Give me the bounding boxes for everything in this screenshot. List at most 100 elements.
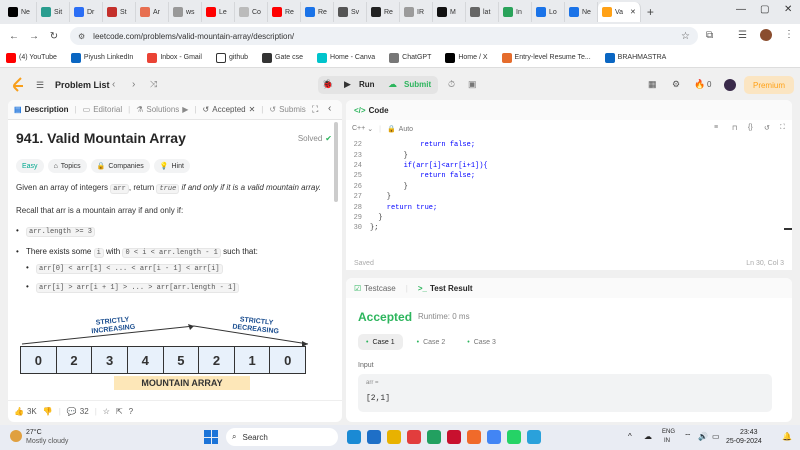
dislike-button[interactable]: 👎 (43, 407, 53, 416)
taskbar-search[interactable]: ⌕ Search (226, 428, 338, 446)
language-select[interactable]: C++ ⌄ (352, 125, 373, 133)
minimize-icon[interactable]: — (736, 4, 746, 15)
chevron-up-icon[interactable]: ^ (628, 432, 632, 441)
bookmark-item[interactable]: Inbox - Gmail (147, 52, 202, 63)
browser-tab[interactable]: Ar (136, 2, 169, 22)
edge-icon[interactable] (347, 430, 361, 444)
bookmark-item[interactable]: (4) YouTube (6, 52, 57, 63)
bookmark-item[interactable]: BRAHMASTRA (604, 52, 666, 63)
bookmark-item[interactable]: github (215, 52, 248, 63)
browser-tab[interactable]: Re (301, 2, 334, 22)
run-button[interactable]: Run (359, 80, 375, 89)
tab-accepted[interactable]: ↺ Accepted ✕ (197, 100, 262, 120)
shuffle-icon[interactable]: ⤨ (150, 79, 157, 90)
browser-tab[interactable]: In (499, 2, 532, 22)
fullscreen-icon[interactable]: ⛶ (780, 124, 785, 132)
tab-testcase[interactable]: ☑ Testcase (354, 284, 396, 293)
next-problem-icon[interactable]: › (132, 79, 135, 90)
premium-button[interactable]: Premium (744, 76, 794, 94)
case-tab[interactable]: • Case 3 (459, 334, 504, 350)
forward-icon[interactable]: → (24, 31, 44, 42)
favorite-star-icon[interactable]: ☆ (103, 407, 110, 416)
like-button[interactable]: 👍 3K (14, 407, 37, 416)
streak-icon[interactable]: 🔥 (694, 79, 705, 90)
difficulty-badge[interactable]: Easy (16, 159, 44, 173)
browser-tab[interactable]: IR (400, 2, 433, 22)
browser-tab[interactable]: Va ✕ (598, 2, 641, 22)
case-tab[interactable]: • Case 1 (358, 334, 403, 350)
file-explorer-icon[interactable] (387, 430, 401, 444)
language-code[interactable]: ENG (662, 429, 675, 435)
url-field[interactable]: ⚙ leetcode.com/problems/valid-mountain-a… (70, 27, 698, 45)
back-icon[interactable]: ← (4, 31, 24, 42)
close-tab-icon[interactable]: ✕ (249, 105, 256, 114)
submit-button[interactable]: Submit (404, 80, 431, 89)
browser-menu-icon[interactable]: ⋮ (784, 29, 794, 40)
maximize-icon[interactable]: ▢ (760, 4, 769, 15)
scrollbar[interactable] (334, 122, 338, 202)
browser-tab[interactable]: Co (235, 2, 268, 22)
tab-submissions[interactable]: ↺ Submis (263, 100, 311, 120)
comments-button[interactable]: 💬 32 (67, 407, 89, 416)
leetcode-logo-icon[interactable] (12, 77, 26, 93)
browser-tab[interactable]: Lo (532, 2, 565, 22)
close-tab-icon[interactable]: ✕ (630, 8, 636, 16)
close-window-icon[interactable]: ✕ (784, 4, 792, 15)
settings-icon[interactable]: ⚙ (672, 79, 680, 90)
whatsapp-icon[interactable] (507, 430, 521, 444)
collapse-panel-icon[interactable]: ‹ (328, 103, 331, 114)
wifi-icon[interactable]: ⌔ (684, 432, 692, 442)
telegram-icon[interactable] (527, 430, 541, 444)
tab-search-icon[interactable]: ☰ (738, 30, 747, 41)
cloud-icon[interactable]: ☁ (644, 432, 652, 441)
braces-icon[interactable]: {} (748, 124, 753, 131)
bookmark-icon[interactable]: ⊓ (732, 124, 737, 132)
start-button[interactable] (204, 430, 218, 444)
layout-icon[interactable]: ▦ (648, 79, 657, 90)
auto-mode[interactable]: Auto (399, 126, 413, 133)
weather-icon[interactable] (10, 430, 22, 442)
help-icon[interactable]: ? (129, 407, 133, 416)
maximize-panel-icon[interactable]: ⛶ (312, 104, 318, 115)
companies-chip[interactable]: 🔒 Companies (90, 159, 150, 173)
reload-icon[interactable]: ↻ (44, 31, 64, 42)
tab-test-result[interactable]: >_ Test Result (418, 284, 473, 293)
brave-icon[interactable] (467, 430, 481, 444)
browser-tab[interactable]: Re (367, 2, 400, 22)
browser-tab[interactable]: M (433, 2, 466, 22)
browser-tab[interactable]: Le (202, 2, 235, 22)
volume-icon[interactable]: 🔊 (698, 432, 708, 441)
new-tab-button[interactable]: + (647, 5, 654, 19)
hint-chip[interactable]: 💡 Hint (153, 159, 190, 173)
topics-chip[interactable]: ⌂ Topics (47, 159, 87, 173)
code-editor[interactable]: 22 return false; 23 } 24 if(arr[i]<arr[i+1… (346, 140, 792, 234)
bookmark-star-icon[interactable]: ☆ (681, 31, 690, 42)
bookmark-item[interactable]: ChatGPT (389, 52, 431, 63)
browser-tab[interactable]: Ne (565, 2, 598, 22)
browser-tab[interactable]: Sv (334, 2, 367, 22)
profile-avatar[interactable] (760, 29, 772, 41)
browser-tab[interactable]: St (103, 2, 136, 22)
debug-icon[interactable]: 🐞 (322, 79, 333, 90)
extensions-icon[interactable]: ⧉ (706, 30, 713, 41)
timer-icon[interactable]: ⏱ (448, 79, 455, 90)
notes-icon[interactable]: ▣ (468, 79, 477, 90)
bookmark-item[interactable]: Gate cse (262, 52, 303, 63)
browser-tab[interactable]: lat (466, 2, 499, 22)
browser-tab[interactable]: Sit (37, 2, 70, 22)
share-icon[interactable]: ⇱ (116, 407, 123, 416)
bookmark-item[interactable]: Entry-level Resume Te... (501, 52, 591, 63)
browser-tab[interactable]: Dr (70, 2, 103, 22)
bookmark-item[interactable]: Home / X (445, 52, 488, 63)
chrome-icon[interactable] (487, 430, 501, 444)
browser-tab[interactable]: ws (169, 2, 202, 22)
app-icon[interactable] (447, 430, 461, 444)
notifications-icon[interactable]: 🔔 (782, 432, 792, 441)
bookmark-item[interactable]: Home - Canva (317, 52, 375, 63)
browser-tab[interactable]: Re (268, 2, 301, 22)
problem-list-link[interactable]: Problem List (55, 80, 110, 90)
problem-list-icon[interactable]: ☰ (36, 80, 44, 91)
site-info-icon[interactable]: ⚙ (78, 32, 85, 41)
clock-time[interactable]: 23:43 (740, 429, 758, 436)
tab-description[interactable]: ▤ Description (8, 100, 75, 120)
